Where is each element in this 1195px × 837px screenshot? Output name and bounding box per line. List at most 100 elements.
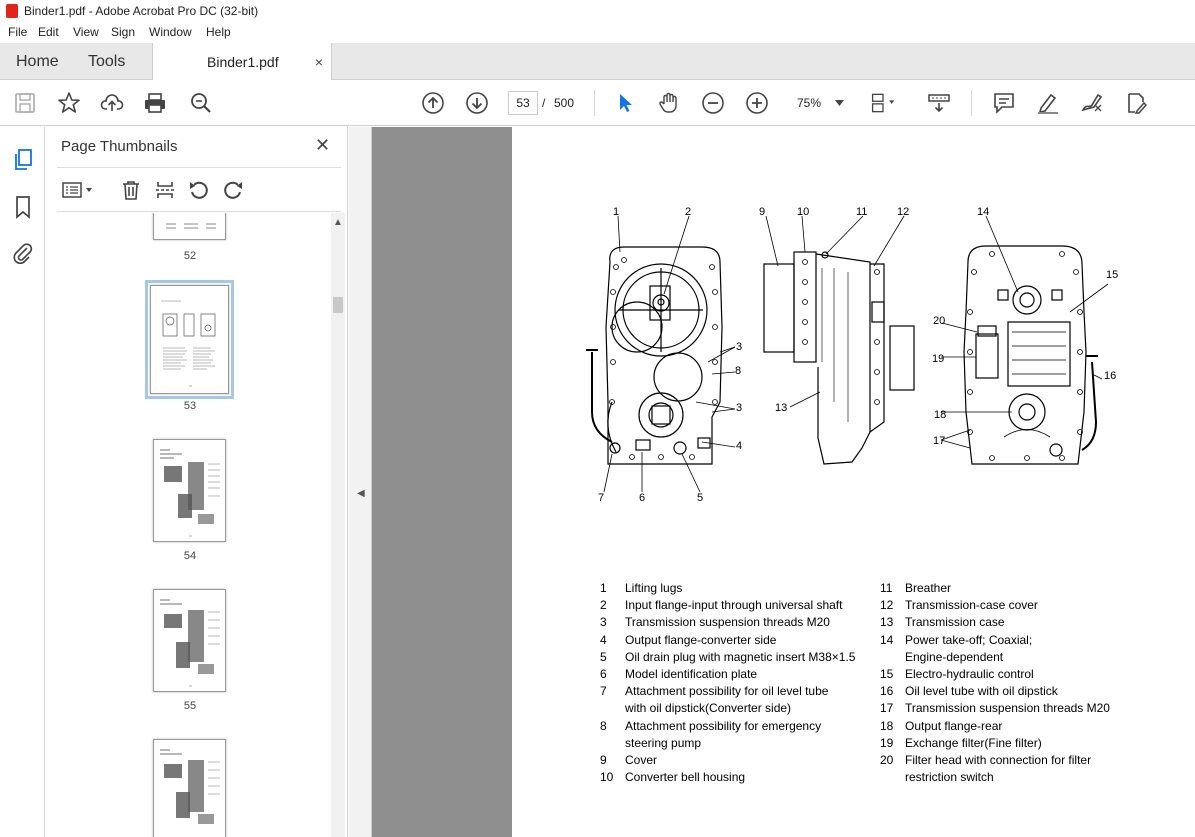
legend-text: Model identification plate xyxy=(625,666,758,681)
page-number-input[interactable]: 53 xyxy=(508,91,538,115)
callout-label: 11 xyxy=(856,206,868,218)
legend-text: Lifting lugs xyxy=(625,581,683,595)
legend-text: restriction switch xyxy=(905,770,994,785)
edit-document-icon[interactable] xyxy=(1123,90,1149,116)
legend-row: 16 Oil level tube with oil dipstick xyxy=(880,683,1110,700)
rotate-clockwise-icon[interactable] xyxy=(221,178,245,202)
document-view[interactable]: 1 2 9 10 11 12 14 15 20 19 16 3 8 3 13 1… xyxy=(372,127,1195,837)
legend-row: 7 Attachment possibility for oil level tu… xyxy=(600,683,870,700)
callout-label: 3 xyxy=(736,341,743,353)
tab-tools[interactable]: Tools xyxy=(88,43,125,80)
previous-page-icon[interactable] xyxy=(420,90,446,116)
thumbnails-panel: Page Thumbnails ✕ 52 53 54 55 ▲ xyxy=(45,127,348,837)
legend-row: 17 Transmission suspension threads M20 xyxy=(880,700,1110,717)
legend-text: Breather xyxy=(905,581,952,595)
thumbnail-label: 52 xyxy=(183,250,197,262)
thumbnail-page-selected[interactable] xyxy=(145,280,234,399)
callout-label: 1 xyxy=(613,206,620,218)
tab-home[interactable]: Home xyxy=(16,43,59,80)
menu-file[interactable]: File xyxy=(8,22,27,43)
thumbnail-scrollbar[interactable]: ▲ xyxy=(331,213,345,837)
legend-text: Transmission case xyxy=(905,615,1005,630)
panel-title: Page Thumbnails xyxy=(61,138,178,155)
menu-view[interactable]: View xyxy=(73,22,99,43)
legend-right: 11 Breather 12 Transmission-case cover 13 T… xyxy=(880,580,1110,786)
comment-icon[interactable] xyxy=(991,90,1017,116)
zoom-level-value: 75% xyxy=(797,96,822,110)
keyboard-scroll-icon[interactable] xyxy=(926,90,952,116)
menu-window[interactable]: Window xyxy=(149,22,192,43)
thumbnail-page[interactable] xyxy=(153,739,226,837)
legend-number: 3 xyxy=(600,615,607,630)
upload-cloud-icon[interactable] xyxy=(99,90,125,116)
menu-sign[interactable]: Sign xyxy=(111,22,135,43)
callout-label: 5 xyxy=(697,492,704,504)
page-thumbnails-icon[interactable] xyxy=(10,147,36,173)
legend-row: 18 Output flange-rear xyxy=(880,718,1110,735)
chevron-down-icon xyxy=(835,100,844,106)
highlight-pen-icon[interactable] xyxy=(1035,90,1061,116)
legend-number: 12 xyxy=(880,598,894,613)
legend-row: 13 Transmission case xyxy=(880,614,1110,631)
thumbnail-options-icon[interactable] xyxy=(61,178,95,202)
draw-sign-icon[interactable] xyxy=(1079,90,1105,116)
page-layout-icon[interactable] xyxy=(870,90,896,116)
bookmark-icon[interactable] xyxy=(10,194,36,220)
print-icon[interactable] xyxy=(142,90,168,116)
zoom-level-select[interactable]: 75% xyxy=(787,91,849,115)
callout-label: 17 xyxy=(933,435,946,447)
legend-number: 13 xyxy=(880,615,894,630)
rotate-counterclockwise-icon[interactable] xyxy=(187,178,211,202)
thumbnail-label: 55 xyxy=(183,700,197,712)
zoom-out-icon[interactable] xyxy=(700,90,726,116)
scroll-up-icon[interactable]: ▲ xyxy=(331,217,345,231)
callout-label: 8 xyxy=(735,365,742,377)
star-icon[interactable] xyxy=(56,90,82,116)
navigation-rail xyxy=(0,127,45,837)
legend-row: 5 Oil drain plug with magnetic insert M38… xyxy=(600,649,870,666)
title-bar: Binder1.pdf - Adobe Acrobat Pro DC (32-b… xyxy=(0,0,1195,22)
thumbnail-page[interactable] xyxy=(153,589,226,692)
menu-help[interactable]: Help xyxy=(206,22,231,43)
pdf-page: 1 2 9 10 11 12 14 15 20 19 16 3 8 3 13 1… xyxy=(512,127,1195,837)
legend-number: 6 xyxy=(600,666,607,681)
legend-number: 4 xyxy=(600,632,607,647)
menu-bar: File Edit View Sign Window Help xyxy=(0,22,1195,43)
callout-label: 20 xyxy=(933,315,946,327)
attachment-icon[interactable] xyxy=(10,240,36,266)
thumbnail-page[interactable] xyxy=(153,213,226,240)
legend-row: 15 Electro-hydraulic control xyxy=(880,666,1110,683)
tab-bar: Home Tools Binder1.pdf × xyxy=(0,43,1195,81)
legend-text: Input flange-input through universal sha… xyxy=(625,598,843,613)
insert-page-icon[interactable] xyxy=(153,178,177,202)
legend-text: Converter bell housing xyxy=(625,770,746,785)
save-icon[interactable] xyxy=(12,90,38,116)
panel-splitter[interactable]: ◀ xyxy=(349,127,372,837)
callout-label: 13 xyxy=(775,402,788,414)
scroll-thumb[interactable] xyxy=(333,297,343,313)
select-cursor-icon[interactable] xyxy=(612,90,638,116)
toolbar-divider xyxy=(594,90,595,116)
zoom-search-icon[interactable] xyxy=(188,90,214,116)
callout-label: 19 xyxy=(932,353,945,365)
legend-row: 12 Transmission-case cover xyxy=(880,597,1110,614)
legend-number: 5 xyxy=(600,649,607,664)
close-tab-button[interactable]: × xyxy=(315,43,323,81)
tab-document[interactable]: Binder1.pdf × xyxy=(152,43,332,81)
callout-label: 7 xyxy=(598,492,605,504)
zoom-in-icon[interactable] xyxy=(744,90,770,116)
collapse-panel-icon[interactable]: ◀ xyxy=(357,488,365,499)
legend-text: Output flange-converter side xyxy=(625,632,777,647)
transmission-drawing xyxy=(586,215,1109,493)
legend-row: 10 Converter bell housing xyxy=(600,769,870,786)
delete-page-icon[interactable] xyxy=(119,178,143,202)
close-panel-button[interactable]: ✕ xyxy=(315,135,330,156)
callout-label: 9 xyxy=(759,206,766,218)
hand-tool-icon[interactable] xyxy=(656,90,682,116)
legend-number: 8 xyxy=(600,718,607,733)
menu-edit[interactable]: Edit xyxy=(38,22,59,43)
thumbnail-page[interactable] xyxy=(153,439,226,542)
page-separator: / xyxy=(542,96,546,110)
callout-label: 16 xyxy=(1104,370,1117,382)
next-page-icon[interactable] xyxy=(464,90,490,116)
